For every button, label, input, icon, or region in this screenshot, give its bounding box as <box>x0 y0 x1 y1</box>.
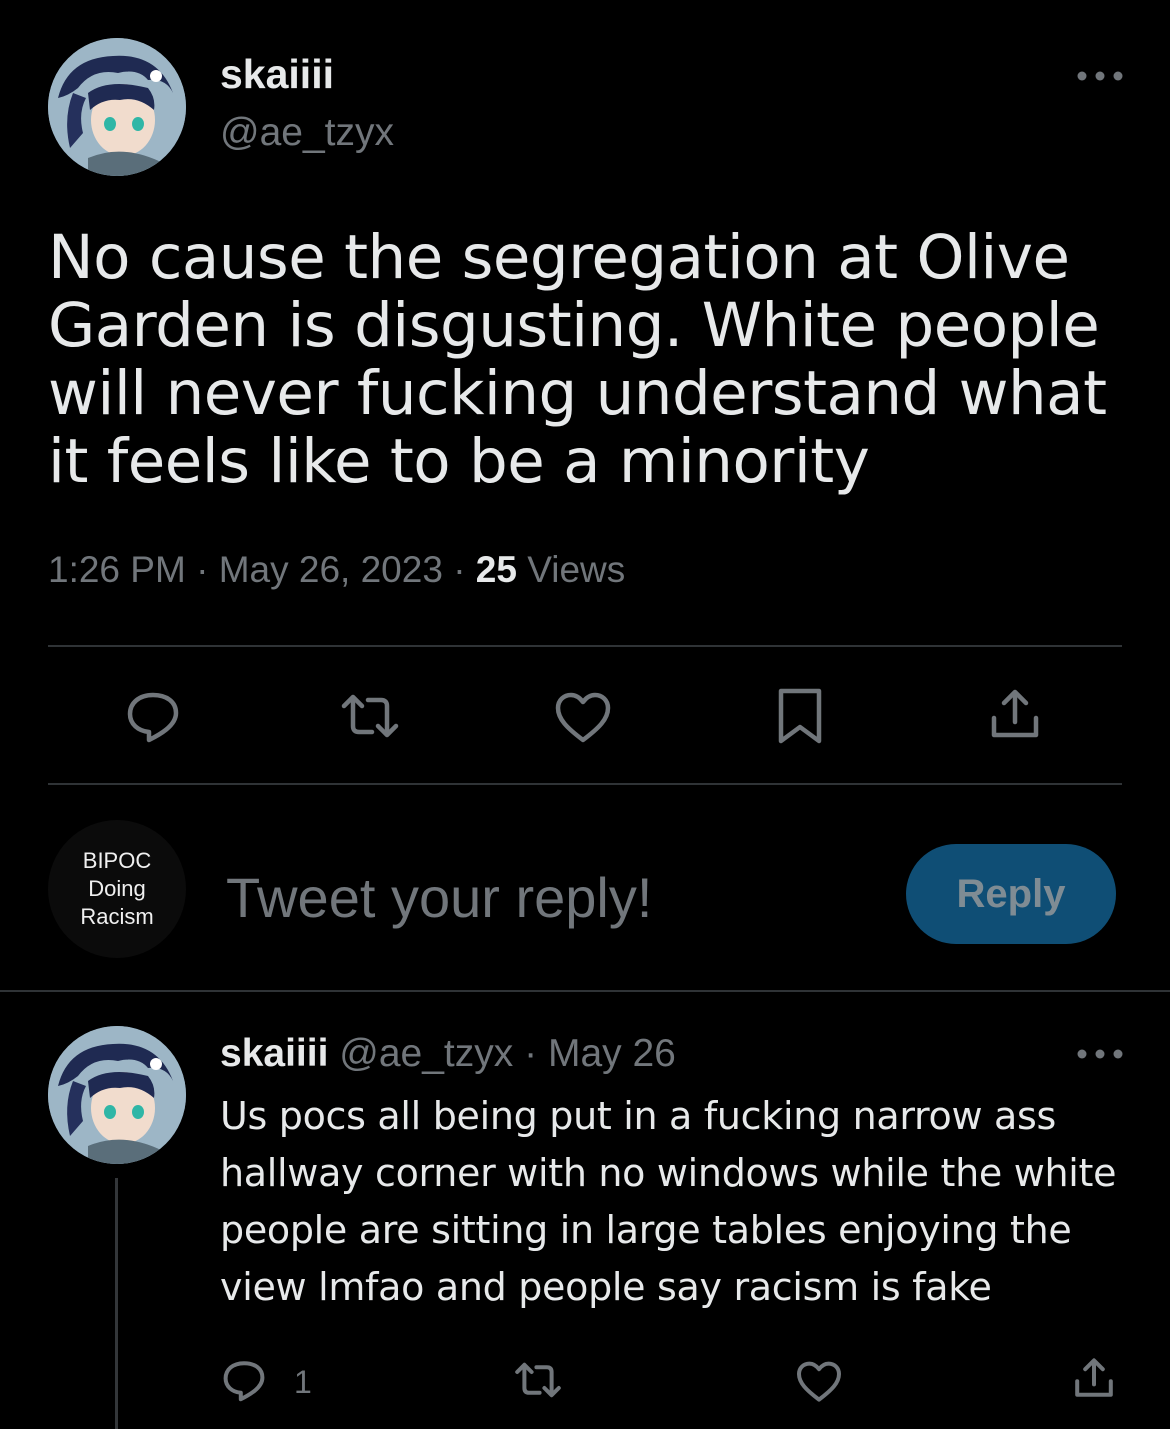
author-handle[interactable]: @ae_tzyx <box>220 110 394 156</box>
avatar-text: BIPOC <box>82 848 152 873</box>
comment-icon[interactable] <box>220 1356 268 1404</box>
avatar-text: Racism <box>80 904 154 929</box>
reply-author-display-name[interactable]: skaiiii <box>220 1032 328 1075</box>
divider-top <box>48 645 1122 647</box>
more-icon[interactable] <box>1074 66 1126 86</box>
reply-button[interactable]: Reply <box>906 844 1116 944</box>
views-label: Views <box>527 549 626 590</box>
comment-icon[interactable] <box>123 686 183 746</box>
reply-input[interactable]: Tweet your reply! <box>226 866 652 930</box>
author-avatar[interactable] <box>48 38 186 176</box>
current-user-avatar[interactable]: BIPOC Doing Racism <box>48 820 186 958</box>
reply-separator: · <box>524 1032 538 1075</box>
author-display-name[interactable]: skaiiii <box>220 50 334 98</box>
avatar-text: Doing <box>88 876 146 901</box>
meta-separator: · <box>196 549 209 590</box>
reply-author-handle[interactable]: @ae_tzyx <box>339 1032 513 1075</box>
tweet-date[interactable]: May 26, 2023 <box>219 549 443 590</box>
reply-text: Us pocs all being put in a fucking narro… <box>220 1094 1117 1309</box>
meta-separator: · <box>453 549 466 590</box>
tweet-text: No cause the segregation at Olive Garden… <box>48 222 1107 497</box>
retweet-icon[interactable] <box>514 1356 562 1404</box>
reply-header: skaiiii @ae_tzyx · May 26 <box>220 1031 676 1077</box>
retweet-icon[interactable] <box>340 686 400 746</box>
more-icon[interactable] <box>1074 1044 1126 1064</box>
like-icon[interactable] <box>795 1358 843 1406</box>
bookmark-icon[interactable] <box>770 686 830 746</box>
tweet-meta: 1:26 PM · May 26, 2023 · 25 Views <box>48 548 625 592</box>
reply-count: 1 <box>294 1364 312 1400</box>
thread-line <box>115 1178 118 1429</box>
reply-author-avatar[interactable] <box>48 1026 186 1164</box>
divider-bottom <box>48 783 1122 785</box>
like-icon[interactable] <box>553 688 613 748</box>
share-icon[interactable] <box>1070 1354 1118 1402</box>
tweet-time[interactable]: 1:26 PM <box>48 549 186 590</box>
reply-date[interactable]: May 26 <box>548 1032 676 1075</box>
divider-full <box>0 990 1170 992</box>
views-count: 25 <box>475 549 517 590</box>
share-icon[interactable] <box>985 684 1045 744</box>
